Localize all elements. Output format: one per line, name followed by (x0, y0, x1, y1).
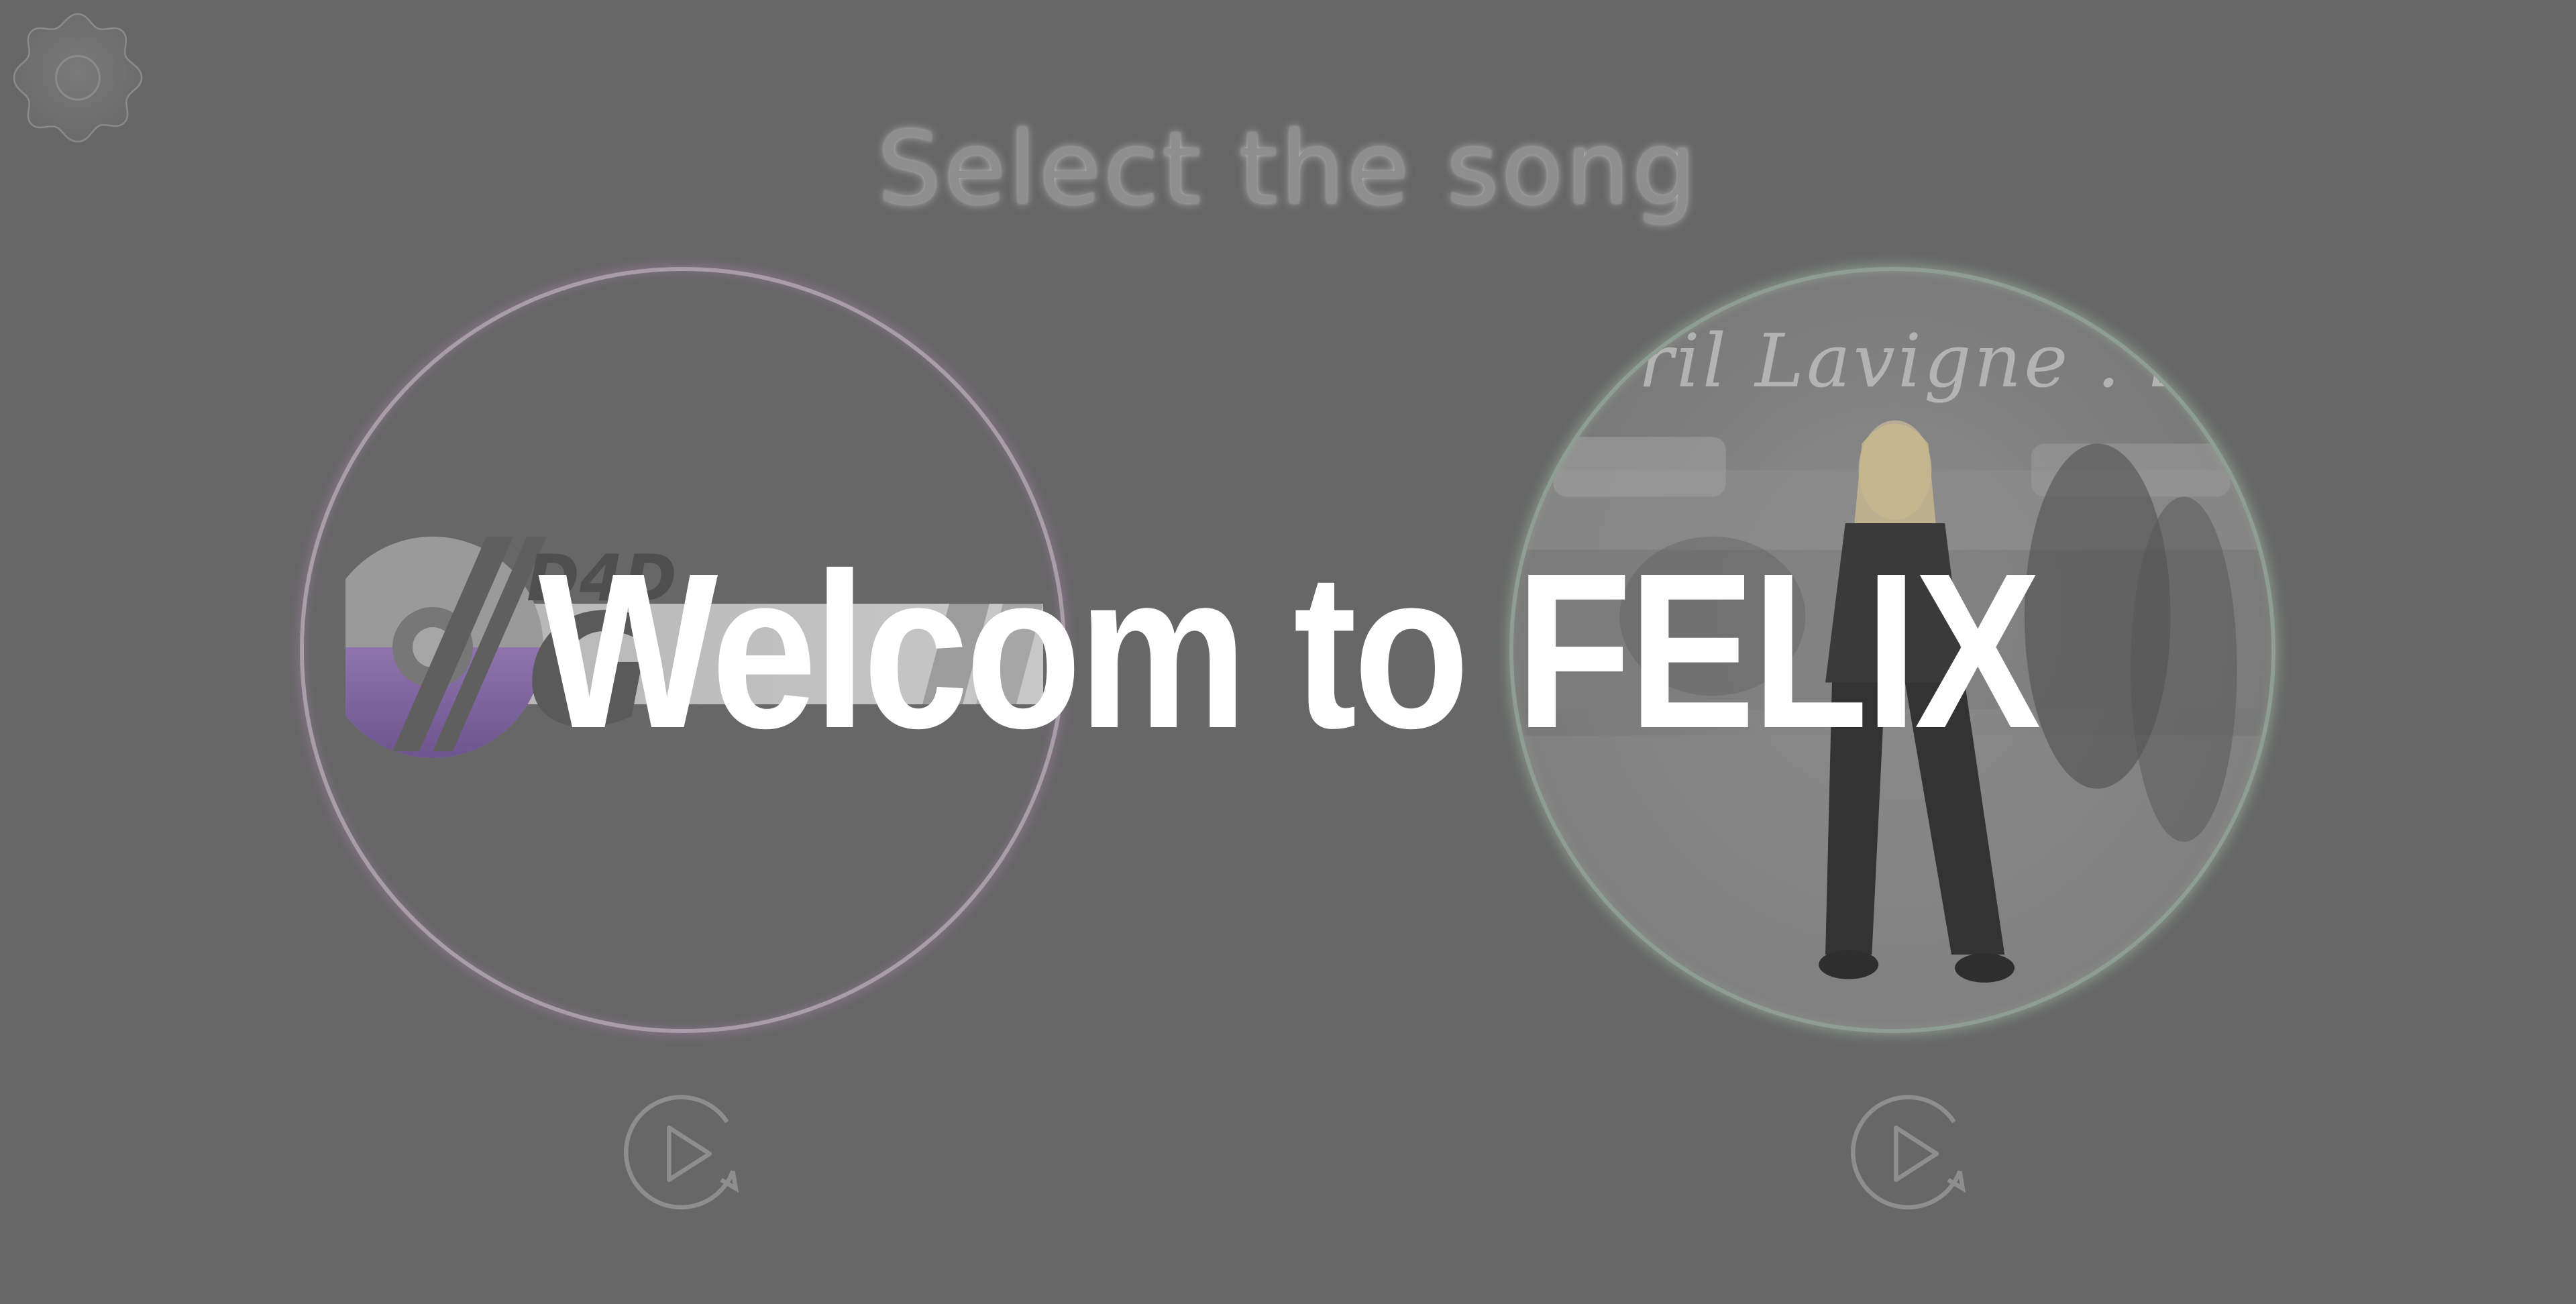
replay-button-left[interactable] (611, 1081, 756, 1226)
page-title: Select the song (877, 111, 1699, 227)
welcome-overlay-title: Welcom to FELIX (538, 527, 2041, 774)
welcome-screen: Select the song D4D G vril Lavigne . let… (0, 0, 2576, 1304)
replay-button-right[interactable] (1838, 1081, 1983, 1226)
replay-icon (624, 1095, 739, 1210)
replay-icon (1851, 1095, 1966, 1210)
song-cover-right-text: vril Lavigne . let (1594, 318, 2254, 404)
